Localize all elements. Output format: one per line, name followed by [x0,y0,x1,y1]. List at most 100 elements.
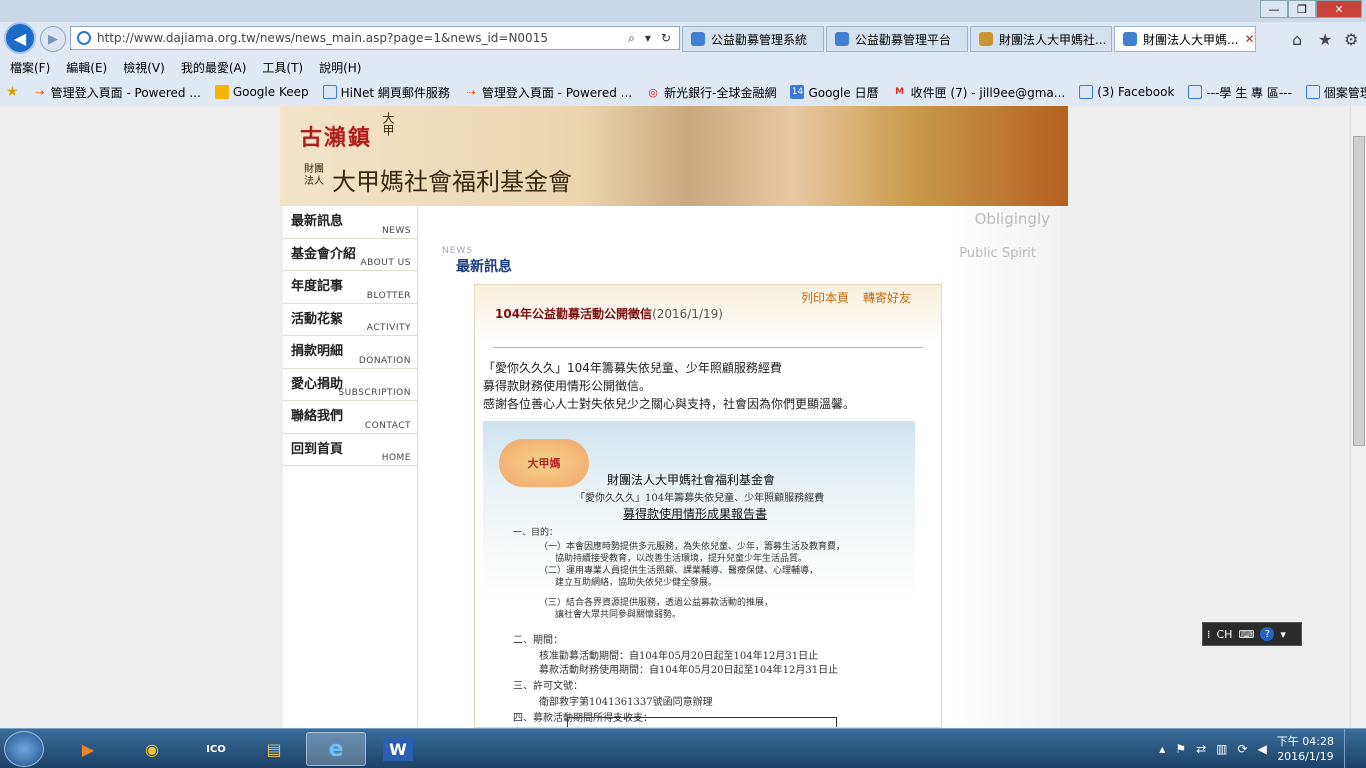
report-table [567,717,837,727]
show-desktop-button[interactable] [1344,729,1354,768]
gmail-icon: M [895,87,905,97]
favorites-star-icon[interactable]: ★ [6,84,19,100]
tab-dajiama-1[interactable]: 財團法人大甲媽社... [970,26,1112,52]
help-icon[interactable]: ? [1260,627,1275,641]
scrollbar-thumb[interactable] [1353,136,1365,446]
refresh-icon[interactable]: ↻ [661,31,671,46]
keyboard-icon[interactable]: ⌨ [1238,628,1254,641]
nav-activity[interactable]: 活動花絮 ACTIVITY [283,304,417,336]
article-title: 104年公益勸募活動公開徵信(2016/1/19) [495,307,723,321]
section-title: 最新訊息 [456,259,512,275]
tab-dajiama-active[interactable]: 財團法人大甲媽... ✕ [1114,26,1256,52]
ie-button[interactable]: e [306,732,366,766]
dropdown-icon[interactable]: ▾ [645,31,651,46]
fav-item[interactable]: Google Keep [214,85,309,99]
explorer-button[interactable]: ▤ [244,732,304,766]
nav-news[interactable]: 最新訊息 NEWS [283,206,417,239]
media-player-button[interactable]: ▶ [58,732,118,766]
fav-item[interactable]: M 收件匣 (7) - jill9ee@gma... [893,84,1065,101]
nav-contact[interactable]: 聯絡我們 CONTACT [283,401,417,434]
vertical-scrollbar[interactable] [1350,106,1366,728]
options-icon[interactable]: ▾ [1280,628,1286,641]
favorites-star-icon[interactable]: ★ [1318,30,1332,49]
volume-icon[interactable]: ◀ [1258,742,1267,756]
nav-blotter[interactable]: 年度記事 BLOTTER [283,271,417,304]
report-text: 衛部救字第1041361337號函同意辦理 [539,697,713,708]
ime-label: CH [1216,627,1233,641]
title-bar [0,0,1366,22]
network-icon[interactable]: ▥ [1216,742,1227,756]
sync-icon[interactable]: ⟳ [1238,742,1248,756]
report-text: 建立互助網絡，協助失依兒少健全發展。 [555,578,718,588]
chrome-button[interactable]: ◉ [122,732,182,766]
article-line: 感謝各位善心人士對失依兒少之關心與支持，社會因為你們更顯溫馨。 [483,397,856,411]
menu-tools[interactable]: 工具(T) [262,59,303,76]
logo-small-tag: 大甲 [381,112,395,136]
menu-edit[interactable]: 編輯(E) [66,59,107,76]
url-text: http://www.dajiama.org.tw/news/news_main… [97,31,548,45]
close-tab-icon[interactable]: ✕ [1244,32,1254,46]
report-subtitle: 「愛你久久久」104年籌募失依兒童、少年照顧服務經費 [575,493,825,504]
menu-file[interactable]: 檔案(F) [10,59,50,76]
ie-page-icon [835,32,849,46]
print-button[interactable]: 列印本頁 [801,289,849,306]
article-line: 募得款財務使用情形公開徵信。 [483,379,652,393]
browser-chrome: — ❐ ✕ ◀ ▶ http://www.dajiama.org.tw/news… [0,0,1366,106]
fav-item[interactable]: 14 Google 日曆 [790,84,879,101]
slogan-public-spirit: Public Spirit [959,246,1036,261]
network-share-icon[interactable]: ⇄ [1196,742,1206,756]
report-image: 大甲媽 財團法人大甲媽社會福利基金會 「愛你久久久」104年籌募失依兒童、少年照… [483,421,915,727]
ico-app-button[interactable]: ICO [186,732,246,766]
search-icon[interactable]: ⌕ [628,31,635,46]
fav-item[interactable]: ⇢ 管理登入頁面 - Powered ... [464,84,632,101]
article-line: 「愛你久久久」104年籌募失依兒童、少年照顧服務經費 [483,361,782,375]
menu-bar: 檔案(F) 編輯(E) 檢視(V) 我的最愛(A) 工具(T) 說明(H) [0,56,1366,78]
share-button[interactable]: 轉寄好友 [863,289,911,306]
double-arrow-icon: ⇢ [466,85,476,99]
menu-help[interactable]: 說明(H) [319,59,361,76]
nav-about[interactable]: 基金會介紹 ABOUT US [283,239,417,271]
word-button[interactable]: W [368,732,428,766]
fav-item[interactable]: ---學 生 專 區--- [1188,84,1292,101]
clock[interactable]: 下午 04:28 2016/1/19 [1277,734,1334,764]
flag-icon[interactable]: ⚑ [1175,742,1186,756]
fav-item[interactable]: HiNet 網頁郵件服務 [322,84,450,101]
close-window-button[interactable]: ✕ [1316,0,1362,18]
report-text: 一、目的： [513,528,559,538]
fav-item[interactable]: ◎ 新光銀行-全球金融網 [646,84,776,101]
tab-charity-system[interactable]: 公益勸募管理系統 [682,26,824,52]
minimize-button[interactable]: — [1260,0,1288,18]
ie-page-icon [1188,85,1203,99]
fav-item[interactable]: ⇢ 管理登入頁面 - Powered ... [33,84,201,101]
tab-charity-platform[interactable]: 公益勸募管理平台 [826,26,968,52]
nav-home[interactable]: 回到首頁 HOME [283,434,417,466]
report-org: 財團法人大甲媽社會福利基金會 [607,473,776,487]
start-button[interactable] [4,731,44,767]
section-label-small: NEWS [442,246,474,256]
logo-prefix: 財團 法人 [304,164,324,187]
slogan-obligingly: Obligingly [974,210,1050,228]
system-tray: ▴ ⚑ ⇄ ▥ ⟳ ◀ 下午 04:28 2016/1/19 [1159,729,1366,768]
site-page: 古瀨鎮 大甲 財團 法人 大甲媽社會福利基金會 最新訊息 NEWS 基金會介紹 AB… [280,106,1068,728]
maximize-button[interactable]: ❐ [1288,0,1316,18]
site-logo-title: 大甲媽社會福利基金會 [332,168,572,196]
fav-item[interactable]: (3) Facebook [1079,85,1174,99]
home-icon[interactable]: ⌂ [1292,30,1302,49]
menu-view[interactable]: 檢視(V) [123,59,165,76]
show-hidden-icon[interactable]: ▴ [1159,742,1165,756]
nav-subscription[interactable]: 愛心捐助 SUBSCRIPTION [283,369,417,401]
forward-button[interactable]: ▶ [40,26,66,52]
back-button[interactable]: ◀ [4,22,36,54]
page-viewport: 古瀨鎮 大甲 財團 法人 大甲媽社會福利基金會 最新訊息 NEWS 基金會介紹 AB… [0,106,1350,728]
settings-gear-icon[interactable]: ⚙ [1344,30,1358,49]
main-content: Obligingly Public Spirit NEWS 最新訊息 列印本頁 … [418,206,1060,728]
nav-donation[interactable]: 捐款明細 DONATION [283,336,417,369]
word-icon: W [383,737,413,761]
media-icon: ▶ [81,739,95,759]
ie-icon: e [328,736,344,762]
ime-toolbar[interactable]: ⁞ CH ⌨ ? ▾ [1202,622,1302,646]
address-bar[interactable]: http://www.dajiama.org.tw/news/news_main… [70,26,680,50]
fav-item[interactable]: 個案管理系統 [1305,84,1366,101]
menu-favorites[interactable]: 我的最愛(A) [181,59,247,76]
report-text: 讓社會大眾共同參與關懷弱勢。 [555,610,682,620]
